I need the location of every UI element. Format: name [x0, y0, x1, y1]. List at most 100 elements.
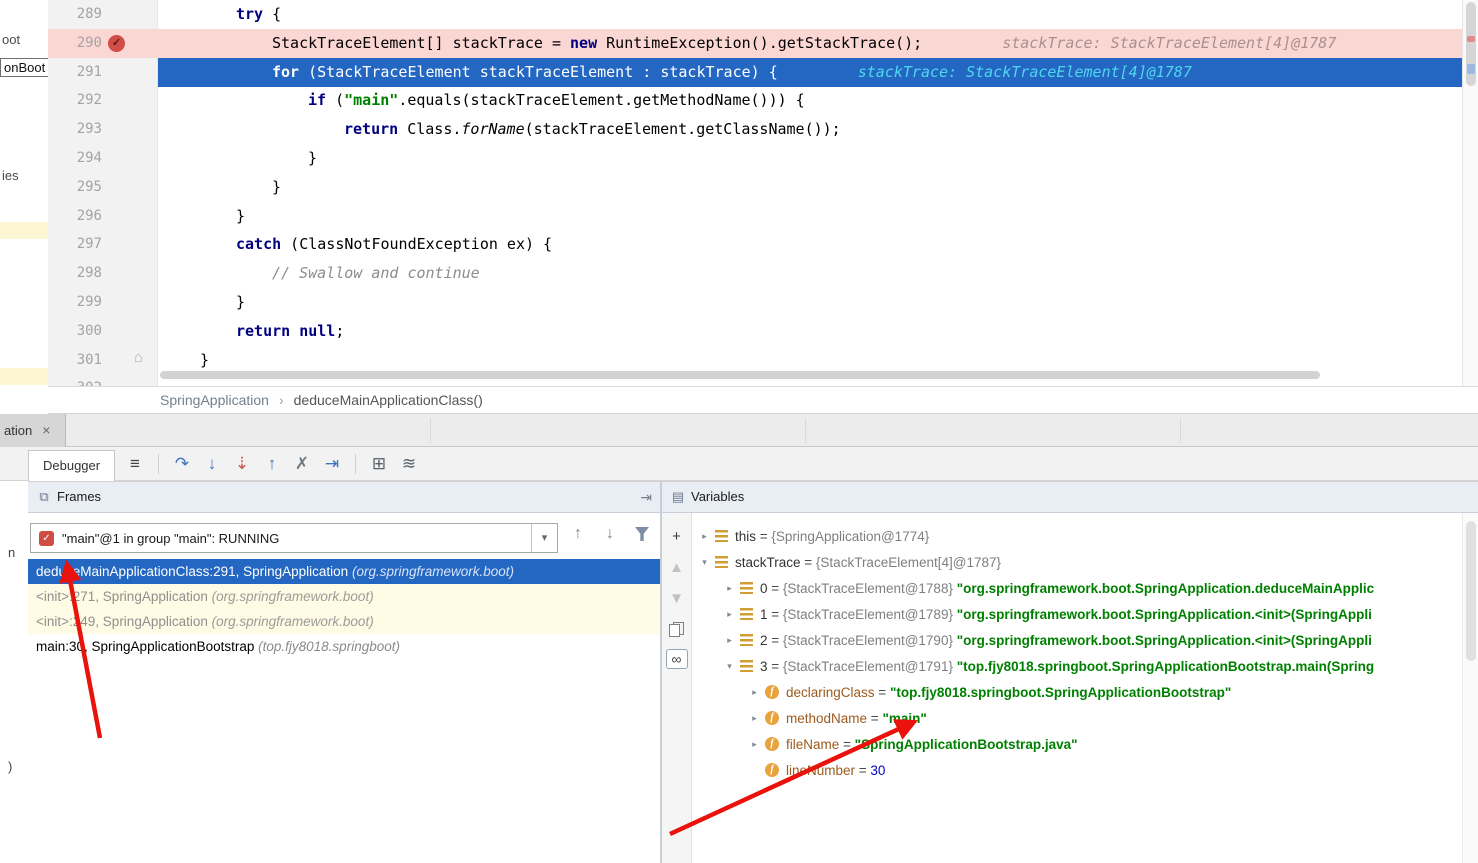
drop-frame-icon[interactable]: ✗ — [287, 454, 317, 474]
duplicate-watch-icon[interactable] — [666, 618, 688, 640]
code-text[interactable]: } — [158, 202, 1462, 231]
code-line-297[interactable]: 297 catch (ClassNotFoundException ex) { — [48, 230, 1462, 259]
variable-row-fileName[interactable]: ▸ffileName = "SpringApplicationBootstrap… — [692, 731, 1462, 757]
close-icon[interactable]: × — [42, 422, 50, 438]
chevron-collapsed-icon[interactable]: ▸ — [746, 687, 763, 698]
gutter-line-289[interactable]: 289 — [48, 0, 158, 29]
gutter-line-296[interactable]: 296 — [48, 202, 158, 231]
line-number[interactable]: 298 — [48, 259, 102, 288]
line-number[interactable]: 299 — [48, 288, 102, 317]
gutter-line-293[interactable]: 293 — [48, 115, 158, 144]
editor-scrollbar[interactable] — [1462, 0, 1478, 386]
gutter-line-291[interactable]: 291 — [48, 58, 158, 87]
chevron-collapsed-icon[interactable]: ▸ — [746, 713, 763, 724]
project-item-fragment[interactable]: ies — [2, 168, 19, 183]
code-text[interactable]: StackTraceElement[] stackTrace = new Run… — [158, 29, 1462, 58]
code-line-289[interactable]: 289try { — [48, 0, 1462, 29]
frame-row[interactable]: main:30, SpringApplicationBootstrap (top… — [28, 634, 660, 659]
add-watch-icon[interactable]: + — [666, 525, 688, 547]
horizontal-scrollbar[interactable] — [160, 371, 1320, 379]
line-number[interactable]: 300 — [48, 317, 102, 346]
line-number[interactable]: 302 — [48, 374, 102, 386]
line-number[interactable]: 290 — [48, 29, 102, 58]
chevron-collapsed-icon[interactable]: ▸ — [721, 609, 738, 620]
gutter-line-292[interactable]: 292 — [48, 86, 158, 115]
code-line-291[interactable]: 291for (StackTraceElement stackTraceElem… — [48, 58, 1462, 87]
gutter-line-294[interactable]: 294 — [48, 144, 158, 173]
code-text[interactable]: // Swallow and continue — [158, 259, 1462, 288]
breadcrumb-class[interactable]: SpringApplication — [160, 392, 269, 408]
variable-row-1[interactable]: ▸1 = {StackTraceElement@1789} "org.sprin… — [692, 601, 1462, 627]
chevron-collapsed-icon[interactable]: ▸ — [696, 531, 713, 542]
code-text[interactable]: return null; — [158, 317, 1462, 346]
project-item-fragment[interactable]: oot — [2, 32, 20, 47]
gutter-line-302[interactable]: 302 — [48, 374, 158, 386]
next-frame-icon[interactable]: ↓ — [594, 525, 626, 543]
breadcrumb-method[interactable]: deduceMainApplicationClass() — [294, 392, 483, 408]
variable-row-stackTrace[interactable]: ▾stackTrace = {StackTraceElement[4]@1787… — [692, 549, 1462, 575]
line-number[interactable]: 296 — [48, 202, 102, 231]
show-watches-toggle-icon[interactable]: ∞ — [666, 649, 688, 669]
code-text[interactable]: if ("main".equals(stackTraceElement.getM… — [158, 86, 1462, 115]
gutter-line-298[interactable]: 298 — [48, 259, 158, 288]
breakpoint-icon[interactable]: ✓ — [108, 35, 125, 52]
chevron-expanded-icon[interactable]: ▾ — [696, 557, 713, 568]
chevron-collapsed-icon[interactable]: ▸ — [721, 635, 738, 646]
code-line-295[interactable]: 295} — [48, 173, 1462, 202]
variable-row-0[interactable]: ▸0 = {StackTraceElement@1788} "org.sprin… — [692, 575, 1462, 601]
step-into-icon[interactable]: ↓ — [197, 454, 227, 474]
force-step-into-icon[interactable]: ⇣ — [227, 454, 257, 474]
previous-frame-icon[interactable]: ↑ — [562, 525, 594, 543]
chevron-collapsed-icon[interactable]: ▸ — [721, 583, 738, 594]
menu-icon[interactable]: ≡ — [120, 454, 150, 474]
code-line-292[interactable]: 292if ("main".equals(stackTraceElement.g… — [48, 86, 1462, 115]
gutter-line-295[interactable]: 295 — [48, 173, 158, 202]
pin-right-icon[interactable]: ⇥ — [640, 482, 652, 512]
variable-row-lineNumber[interactable]: flineNumber = 30 — [692, 757, 1462, 783]
chevron-collapsed-icon[interactable]: ▸ — [746, 739, 763, 750]
line-number[interactable]: 295 — [48, 173, 102, 202]
filter-frames-icon[interactable] — [626, 527, 658, 541]
code-editor[interactable]: 289try {290 ✓ StackTraceElement[] stackTra… — [48, 0, 1462, 386]
code-line-300[interactable]: 300 return null; — [48, 317, 1462, 346]
variable-row-this[interactable]: ▸this = {SpringApplication@1774} — [692, 523, 1462, 549]
line-number[interactable]: 294 — [48, 144, 102, 173]
code-line-299[interactable]: 299} — [48, 288, 1462, 317]
run-to-cursor-icon[interactable]: ⇥ — [317, 454, 347, 474]
variable-row-2[interactable]: ▸2 = {StackTraceElement@1790} "org.sprin… — [692, 627, 1462, 653]
gutter-line-290[interactable]: 290 ✓ — [48, 29, 158, 58]
gutter-line-299[interactable]: 299 — [48, 288, 158, 317]
gutter-line-300[interactable]: 300 — [48, 317, 158, 346]
code-text[interactable]: } — [158, 288, 1462, 317]
variable-row-3[interactable]: ▾3 = {StackTraceElement@1791} "top.fjy80… — [692, 653, 1462, 679]
chevron-down-icon[interactable]: ▾ — [531, 524, 557, 552]
line-number[interactable]: 293 — [48, 115, 102, 144]
frame-row[interactable]: deduceMainApplicationClass:291, SpringAp… — [28, 559, 660, 584]
line-number[interactable]: 297 — [48, 230, 102, 259]
move-watch-down-icon[interactable]: ▼ — [666, 587, 688, 609]
tab-debugger[interactable]: Debugger — [28, 450, 115, 481]
code-line-293[interactable]: 293 return Class.forName(stackTraceElemen… — [48, 115, 1462, 144]
code-text[interactable]: return Class.forName(stackTraceElement.g… — [158, 115, 1462, 144]
code-text[interactable]: } — [158, 144, 1462, 173]
layout-settings-icon[interactable]: ≋ — [394, 454, 424, 474]
gutter-line-301[interactable]: 301⌂ — [48, 346, 158, 375]
code-text[interactable]: } — [158, 173, 1462, 202]
line-number[interactable]: 301 — [48, 346, 102, 375]
chevron-expanded-icon[interactable]: ▾ — [721, 661, 738, 672]
step-over-icon[interactable]: ↷ — [167, 454, 197, 474]
project-item-fragment[interactable]: onBoot — [0, 58, 48, 77]
variables-scrollbar[interactable] — [1462, 513, 1478, 863]
code-text[interactable]: catch (ClassNotFoundException ex) { — [158, 230, 1462, 259]
move-watch-up-icon[interactable]: ▲ — [666, 556, 688, 578]
editor-tab-partial[interactable]: ation× — [0, 414, 66, 447]
frame-row[interactable]: <init>:249, SpringApplication (org.sprin… — [28, 609, 660, 634]
code-line-298[interactable]: 298 // Swallow and continue — [48, 259, 1462, 288]
show-values-table-icon[interactable]: ⊞ — [364, 454, 394, 474]
line-number[interactable]: 291 — [48, 58, 102, 87]
thread-selector-dropdown[interactable]: ✓ "main"@1 in group "main": RUNNING ▾ — [30, 523, 558, 553]
gutter-line-297[interactable]: 297 — [48, 230, 158, 259]
variables-scrollbar-thumb[interactable] — [1466, 521, 1476, 661]
code-line-294[interactable]: 294} — [48, 144, 1462, 173]
line-number[interactable]: 289 — [48, 0, 102, 29]
